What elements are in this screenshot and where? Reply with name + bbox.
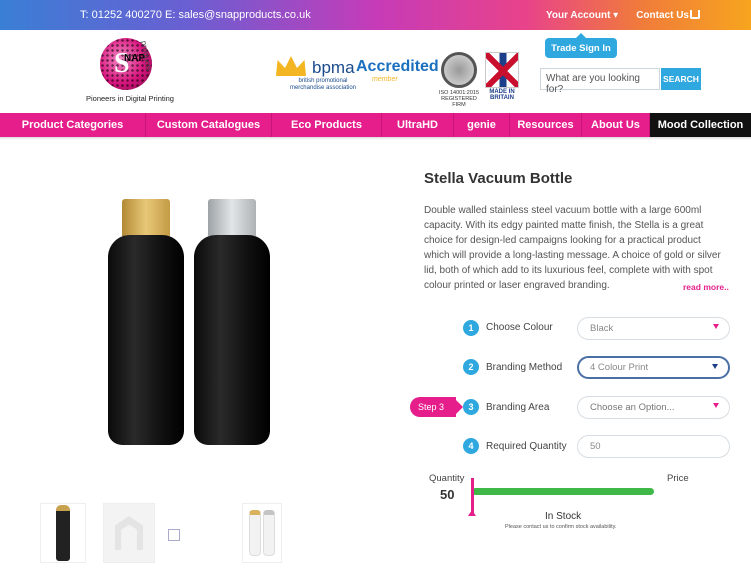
branding-method-select[interactable]: 4 Colour Print — [577, 356, 730, 379]
bpma-member: member — [372, 76, 398, 83]
main-nav: Product Categories Custom Catalogues Eco… — [0, 113, 751, 137]
bottle-black-gold — [108, 235, 184, 445]
iso-badge-icon — [441, 52, 477, 88]
placeholder-logo-icon — [115, 516, 143, 550]
nav-ultrahd[interactable]: UltraHD — [382, 113, 454, 137]
bpma-word: bpma — [312, 58, 355, 77]
nav-about-us[interactable]: About Us — [582, 113, 650, 137]
thumb-white-bottle-icon — [249, 510, 261, 556]
iso-text: ISO 14001:2015 REGISTERED FIRM — [438, 90, 480, 108]
contact-us-link[interactable]: Contact Us — [636, 10, 689, 21]
quantity-input[interactable]: 50 — [577, 435, 730, 458]
thumbnail-4[interactable] — [242, 503, 282, 563]
product-title: Stella Vacuum Bottle — [424, 170, 573, 187]
nav-custom-catalogues[interactable]: Custom Catalogues — [146, 113, 272, 137]
step-2-number: 2 — [463, 359, 479, 375]
step-4-number: 4 — [463, 438, 479, 454]
chevron-down-icon — [713, 324, 719, 329]
bpma-badge: bpma Accredited member british promotion… — [276, 52, 439, 97]
step-3-number: 3 — [463, 399, 479, 415]
step-4-label: Required Quantity — [486, 441, 567, 452]
nav-genie[interactable]: genie — [454, 113, 510, 137]
top-bar: T: 01252 400270 E: sales@snapproducts.co… — [0, 0, 751, 30]
step-2-label: Branding Method — [486, 362, 563, 373]
step-1-label: Choose Colour — [486, 322, 553, 333]
quantity-input-value: 50 — [590, 441, 601, 452]
nav-mood-collection[interactable]: Mood Collection — [650, 113, 751, 137]
silver-lid — [208, 199, 256, 237]
search-button[interactable]: SEARCH — [661, 68, 701, 90]
read-more-link[interactable]: read more.. — [683, 282, 729, 292]
price-label: Price — [667, 473, 689, 484]
thumb-bottle-icon — [56, 505, 70, 561]
contact-info: T: 01252 400270 E: sales@snapproducts.co… — [80, 9, 311, 21]
step-1-number: 1 — [463, 320, 479, 336]
branding-area-value: Choose an Option... — [590, 402, 675, 413]
stock-status: In Stock — [545, 511, 582, 522]
chevron-down-icon — [713, 403, 719, 408]
thumbnail-1[interactable] — [40, 503, 86, 563]
nav-resources[interactable]: Resources — [510, 113, 582, 137]
slider-pointer-icon — [468, 510, 476, 516]
quantity-slider-track[interactable] — [472, 488, 654, 495]
colour-select[interactable]: Black — [577, 317, 730, 340]
nav-product-categories[interactable]: Product Categories — [0, 113, 146, 137]
crown-icon — [276, 56, 306, 76]
cart-icon[interactable] — [690, 10, 700, 19]
quantity-slider-handle[interactable] — [471, 478, 474, 514]
trade-sign-in-button[interactable]: Trade Sign In — [545, 33, 617, 58]
gold-lid — [122, 199, 170, 237]
branding-area-select[interactable]: Choose an Option... — [577, 396, 730, 419]
branding-method-value: 4 Colour Print — [590, 362, 649, 373]
quantity-label: Quantity — [429, 473, 465, 484]
nav-divider — [0, 137, 751, 140]
search-input[interactable]: What are you looking for? — [540, 68, 660, 95]
broken-image-icon[interactable] — [168, 529, 180, 541]
union-flag-icon — [485, 52, 519, 88]
bpma-accredited: Accredited — [356, 58, 439, 75]
your-account-link[interactable]: Your Account ▾ — [546, 10, 618, 21]
product-description: Double walled stainless steel vacuum bot… — [424, 205, 721, 291]
step-3-tag: Step 3 — [410, 397, 463, 417]
stock-note: Please contact us to confirm stock avail… — [505, 524, 617, 530]
quantity-value: 50 — [440, 487, 455, 502]
chevron-down-icon — [712, 364, 718, 369]
nav-eco-products[interactable]: Eco Products — [272, 113, 382, 137]
bottle-black-silver — [194, 235, 270, 445]
made-in-britain-text: MADE IN BRITAIN — [489, 89, 515, 101]
step-3-label: Branding Area — [486, 402, 550, 413]
thumbnail-2[interactable] — [103, 503, 155, 563]
thumb-white-bottle-icon — [263, 510, 275, 556]
bpma-subtitle: british promotional merchandise associat… — [289, 78, 357, 91]
logo-tagline: Pioneers in Digital Printing — [86, 94, 174, 103]
colour-select-value: Black — [590, 323, 614, 334]
